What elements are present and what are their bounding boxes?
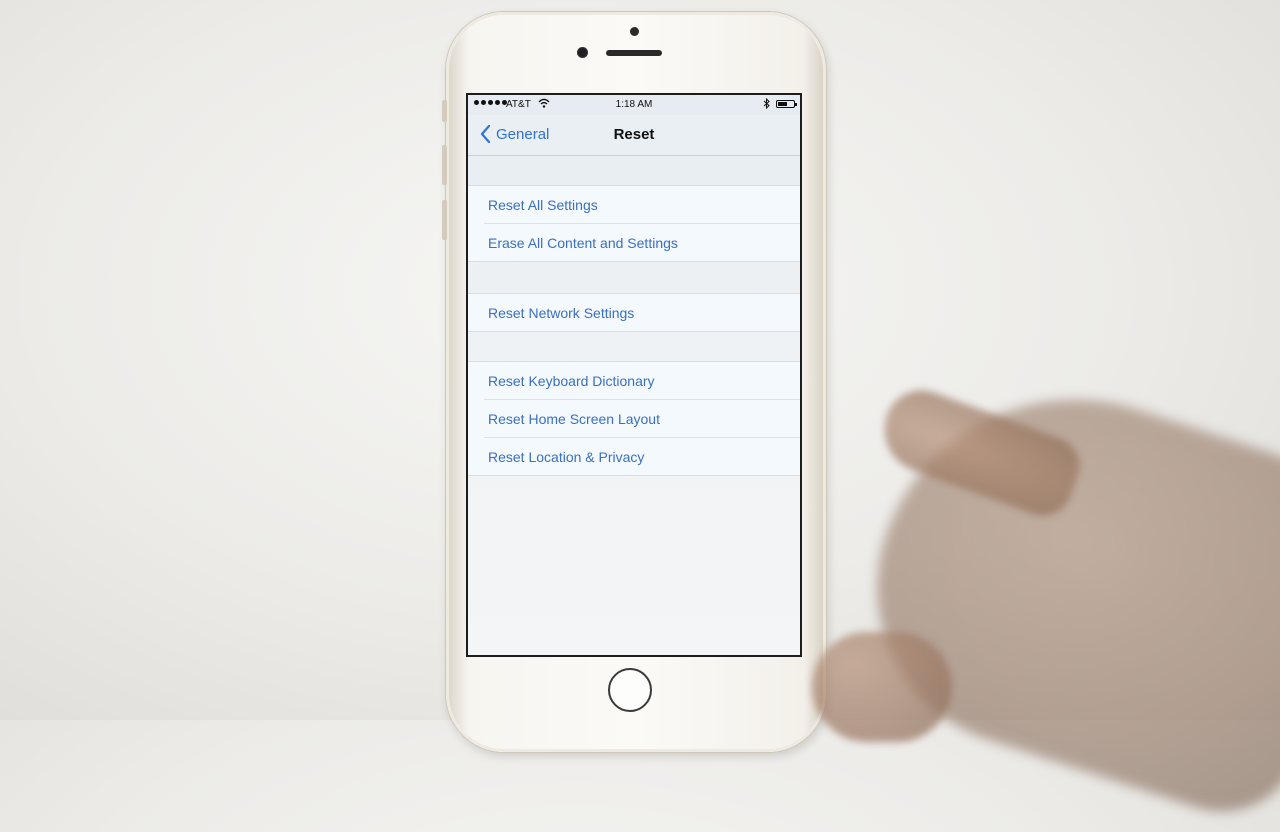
erase-all-content-row[interactable]: Erase All Content and Settings [484,223,800,261]
front-camera [577,47,588,58]
reset-group-2: Reset Network Settings [468,293,800,332]
row-label: Reset Network Settings [488,305,635,321]
status-bar: AT&T 1:18 AM [468,95,800,115]
mute-switch [442,100,447,122]
volume-down-button [442,200,447,240]
reset-group-3: Reset Keyboard Dictionary Reset Home Scr… [468,361,800,476]
bluetooth-icon [763,98,770,109]
earpiece-speaker [606,50,662,56]
reset-all-settings-row[interactable]: Reset All Settings [468,186,800,223]
thumb [812,632,952,742]
row-label: Reset Keyboard Dictionary [488,373,655,389]
row-label: Reset Home Screen Layout [488,411,660,427]
reset-home-screen-layout-row[interactable]: Reset Home Screen Layout [484,399,800,437]
home-button[interactable] [608,668,652,712]
reset-network-settings-row[interactable]: Reset Network Settings [468,294,800,331]
reset-group-1: Reset All Settings Erase All Content and… [468,185,800,262]
proximity-sensor [630,27,639,36]
battery-icon [776,100,797,108]
row-label: Reset Location & Privacy [488,449,645,465]
reset-keyboard-dictionary-row[interactable]: Reset Keyboard Dictionary [468,362,800,399]
phone-screen: AT&T 1:18 AM General Reset Reset All Set… [466,93,802,657]
navigation-bar: General Reset [468,115,800,156]
row-label: Erase All Content and Settings [488,235,678,251]
row-label: Reset All Settings [488,197,598,213]
status-time: 1:18 AM [615,99,653,110]
volume-up-button [442,145,447,185]
page-title: Reset [613,126,655,143]
reset-location-privacy-row[interactable]: Reset Location & Privacy [484,437,800,475]
